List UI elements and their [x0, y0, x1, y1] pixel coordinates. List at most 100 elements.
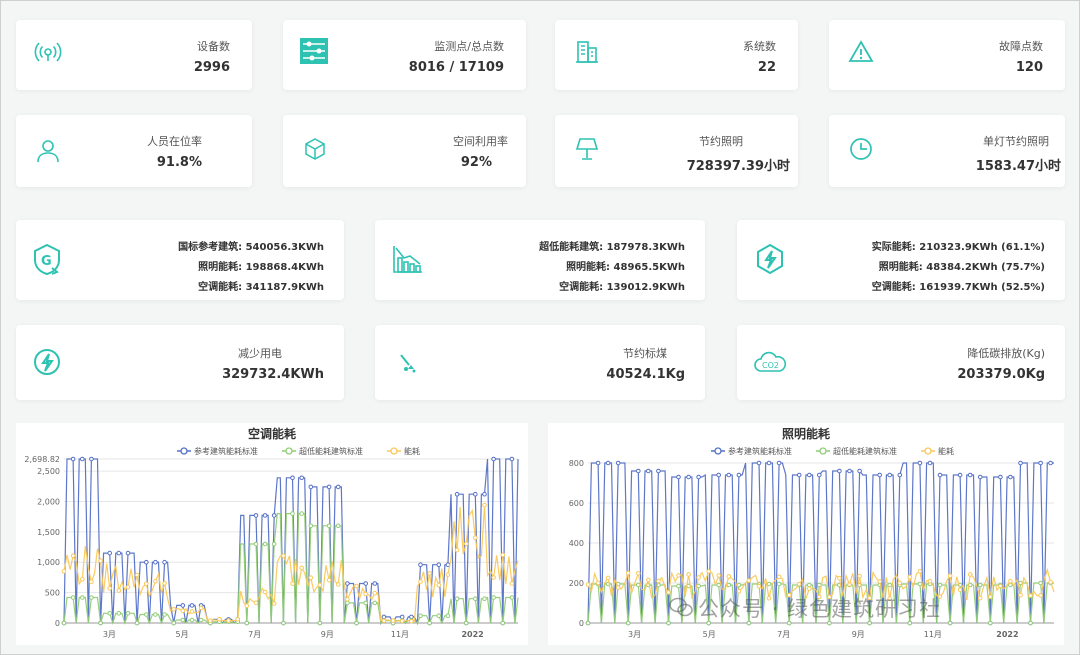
series-point	[716, 582, 721, 588]
series-point	[847, 468, 852, 474]
y-tick-label: 400	[569, 539, 584, 548]
series-point	[1038, 460, 1043, 466]
card-lighting-saved[interactable]: 节约照明 728397.39小时	[555, 115, 798, 187]
legend-label: 超低能耗建筑标准	[299, 446, 363, 456]
series-point	[299, 565, 305, 571]
card-label: 减少用电	[238, 347, 282, 360]
series-point	[897, 472, 903, 478]
x-tick-label: 3月	[103, 630, 116, 639]
series-point	[418, 562, 423, 567]
series-point	[877, 472, 883, 478]
card-reduced-electricity[interactable]: 减少用电 329732.4KWh	[16, 325, 344, 400]
series-point	[381, 618, 387, 624]
series-point	[134, 572, 140, 578]
y-tick-label: 0	[55, 619, 60, 628]
series-point	[335, 582, 341, 587]
series-point	[134, 620, 140, 626]
card-space-utilization[interactable]: 空间利用率 92%	[283, 115, 526, 187]
card-actual-energy[interactable]: 实际能耗: 210323.9KWh (61.1%) 照明能耗: 48384.2K…	[737, 220, 1065, 300]
series-point	[262, 589, 268, 595]
card-value: 91.8%	[156, 155, 202, 170]
series-point	[436, 582, 442, 588]
series-point	[454, 547, 460, 553]
series-point	[162, 559, 167, 565]
svg-text:CO2: CO2	[762, 361, 779, 370]
x-tick-label: 7月	[777, 630, 790, 639]
series-point	[473, 491, 478, 497]
card-saved-coal[interactable]: 节约标煤 40524.1Kg	[375, 325, 705, 400]
series-point	[746, 578, 752, 583]
series-point	[180, 617, 186, 623]
series-point	[1018, 580, 1023, 586]
series-point	[998, 583, 1003, 589]
series-point	[116, 588, 122, 593]
series-point	[977, 474, 983, 480]
series-point	[686, 572, 691, 577]
card-value: 329732.4KWh	[222, 367, 324, 382]
coal-icon	[391, 347, 421, 377]
card-label: 节约标煤	[623, 347, 667, 360]
series-point	[500, 620, 506, 626]
series-point	[509, 595, 515, 600]
series-point	[625, 570, 631, 576]
series-point	[290, 511, 295, 516]
ac-energy-chart-svg: 空调能耗参考建筑能耗标准 超低能耗建筑标准 能耗 0 500 1,000 1,500 2,00…	[24, 426, 519, 639]
card-system-count[interactable]: 系统数 22	[555, 20, 798, 90]
series-point	[308, 575, 314, 580]
card-value: 2996	[193, 60, 230, 75]
actual-lighting: 照明能耗: 48384.2KWh (75.7%)	[878, 262, 1045, 273]
card-label: 降低碳排放(Kg)	[967, 347, 1045, 360]
series-point	[271, 541, 277, 547]
series-point	[299, 475, 305, 481]
series-point	[776, 574, 782, 580]
card-value: 1583.47小时	[975, 159, 1061, 174]
building-icon	[573, 38, 601, 66]
series-point	[716, 472, 721, 478]
series-point	[897, 580, 903, 586]
card-device-count[interactable]: 设备数 2996	[16, 20, 252, 90]
series-point	[180, 603, 186, 608]
series-point	[153, 612, 158, 617]
card-occupancy-rate[interactable]: 人员在位率 91.8%	[16, 115, 252, 187]
series-point	[1008, 474, 1013, 480]
card-single-lamp-saved[interactable]: 单灯节约照明 1583.47小时	[829, 115, 1065, 187]
series-point	[482, 596, 487, 601]
series-point	[967, 472, 973, 478]
series-point	[308, 523, 314, 529]
series-point	[988, 594, 993, 600]
series-point	[399, 618, 405, 624]
green-building-icon: G	[30, 242, 64, 276]
card-reference-building[interactable]: G 国标参考建筑: 540056.3KWh 照明能耗: 198868.4KWh …	[16, 220, 344, 300]
series-point	[198, 605, 204, 611]
series-point	[605, 575, 611, 581]
series-point	[807, 472, 812, 478]
card-fault-count[interactable]: 故障点数 120	[829, 20, 1065, 90]
series-point	[116, 550, 122, 556]
series-point	[180, 608, 186, 613]
series-point	[354, 620, 359, 626]
series-point	[585, 620, 591, 626]
series-point	[290, 581, 295, 586]
series-point	[1018, 460, 1023, 466]
ac-energy-chart: 空调能耗 参考建筑能耗标准 超低能耗建筑标准 能耗 0 500 1,000 1,500 2,00…	[16, 423, 528, 645]
x-tick-label: 2022	[996, 630, 1018, 639]
y-tick-label: 0	[579, 619, 584, 628]
series-point	[500, 552, 506, 558]
series-point	[89, 456, 94, 462]
lamp-icon	[573, 135, 601, 163]
series-point	[171, 607, 176, 612]
series-point	[605, 460, 611, 466]
series-point	[666, 620, 671, 626]
series-point	[80, 456, 85, 462]
series-point	[235, 617, 240, 622]
svg-text:G: G	[41, 254, 52, 269]
series-point	[153, 578, 158, 584]
series-point	[482, 491, 487, 497]
series-point	[917, 581, 923, 587]
card-monitor-points[interactable]: 监测点/总点数 8016 / 17109	[283, 20, 526, 90]
card-reduced-carbon[interactable]: CO2 降低碳排放(Kg) 203379.0Kg	[737, 325, 1065, 400]
card-ultra-low-building[interactable]: 超低能耗建筑: 187978.3KWh 照明能耗: 48965.5KWh 空调能…	[375, 220, 705, 300]
series-point	[807, 582, 812, 588]
series-point	[418, 613, 423, 618]
card-label: 设备数	[197, 40, 230, 53]
